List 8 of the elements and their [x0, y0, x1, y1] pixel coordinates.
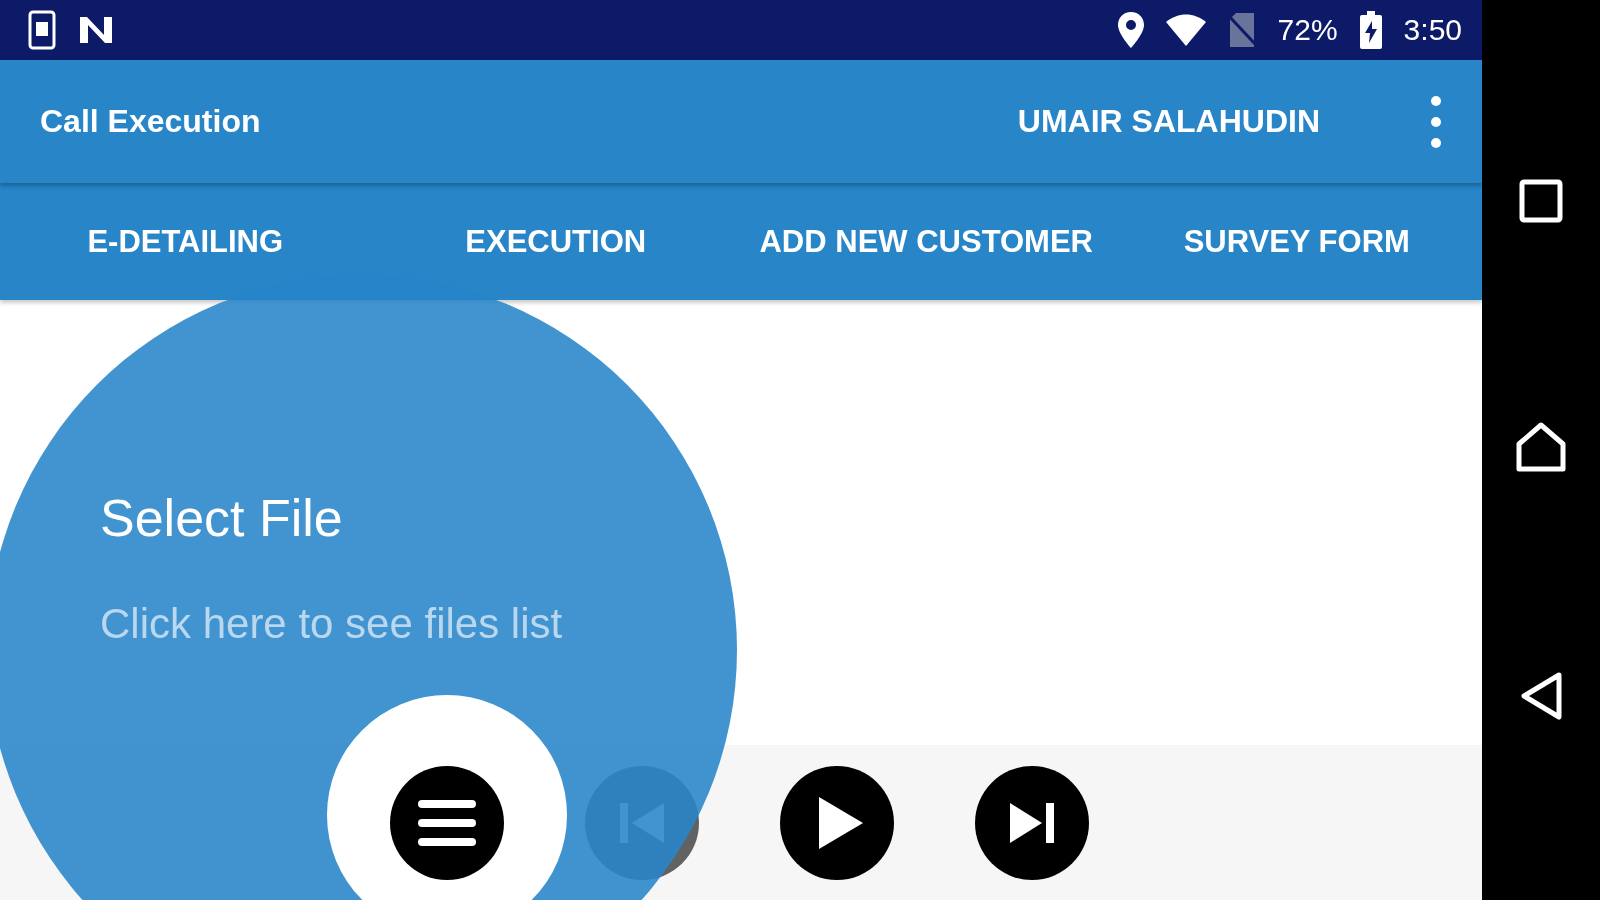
showcase-title: Select File: [100, 488, 344, 548]
showcase-description: Click here to see files list: [100, 600, 563, 648]
user-name: UMAIR SALAHUDIN: [1017, 103, 1320, 140]
tab[interactable]: ADD NEW CUSTOMER: [741, 183, 1112, 300]
tab[interactable]: SURVEY FORM: [1111, 183, 1482, 300]
battery-percent: 72%: [1277, 13, 1338, 47]
clock: 3:50: [1403, 13, 1462, 47]
app-title: Call Execution: [40, 103, 261, 140]
